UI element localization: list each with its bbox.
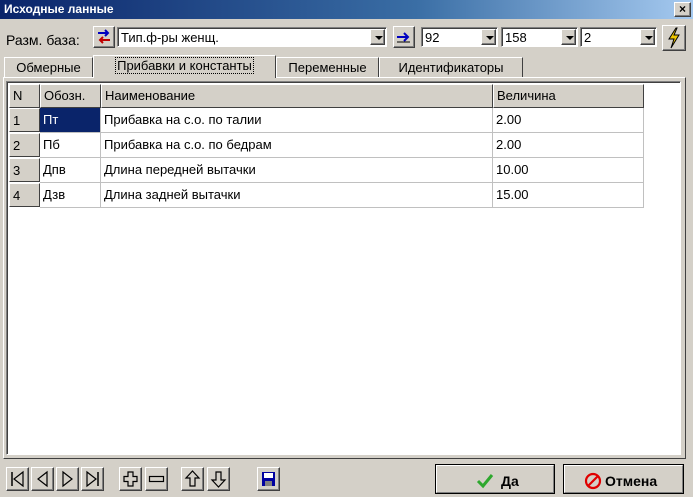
window-title: Исходные ланные bbox=[4, 2, 114, 16]
size-select-3-value: 2 bbox=[584, 30, 592, 45]
move-up-button[interactable] bbox=[181, 467, 204, 491]
size-select-2[interactable]: 158 bbox=[501, 27, 578, 47]
column-header-name[interactable]: Наименование bbox=[101, 84, 493, 108]
tab-label: Обмерные bbox=[16, 60, 81, 75]
tab-identifiers[interactable]: Идентификаторы bbox=[379, 57, 523, 77]
column-header-code[interactable]: Обозн. bbox=[40, 84, 101, 108]
cell-name[interactable]: Прибавка на с.о. по талии bbox=[101, 108, 493, 133]
apply-base-button[interactable] bbox=[393, 26, 415, 48]
cancel-button-face: Отмена bbox=[564, 465, 683, 493]
cell-name[interactable]: Прибавка на с.о. по бедрам bbox=[101, 133, 493, 158]
last-record-button[interactable] bbox=[81, 467, 104, 491]
prev-record-icon bbox=[37, 470, 48, 488]
ok-button-face: Да bbox=[436, 465, 554, 493]
cell-value[interactable]: 10.00 bbox=[493, 158, 644, 183]
ok-button-label: Да bbox=[501, 473, 519, 489]
chevron-down-icon[interactable] bbox=[481, 29, 496, 45]
row-number: 1 bbox=[9, 108, 40, 132]
cell-code[interactable]: Пб bbox=[40, 133, 101, 158]
remove-icon bbox=[148, 475, 165, 483]
chevron-down-icon[interactable] bbox=[370, 29, 385, 45]
size-select-1-value: 92 bbox=[425, 30, 440, 45]
size-select-3[interactable]: 2 bbox=[580, 27, 657, 47]
ok-button[interactable]: Да bbox=[435, 464, 555, 494]
apply-arrow-icon bbox=[397, 32, 410, 43]
column-header-value[interactable]: Величина bbox=[493, 84, 644, 108]
cancel-button-label: Отмена bbox=[605, 473, 658, 489]
cancel-icon bbox=[584, 472, 602, 490]
cell-value[interactable]: 2.00 bbox=[493, 133, 644, 158]
save-button[interactable] bbox=[257, 467, 280, 491]
last-record-icon bbox=[86, 470, 99, 488]
cancel-button[interactable]: Отмена bbox=[563, 464, 684, 494]
row-number: 4 bbox=[9, 183, 40, 207]
cell-code[interactable]: Пт bbox=[40, 108, 101, 133]
cell-code[interactable]: Дзв bbox=[40, 183, 101, 208]
size-select-2-value: 158 bbox=[505, 30, 527, 45]
chevron-down-icon[interactable] bbox=[640, 29, 655, 45]
next-record-icon bbox=[62, 470, 73, 488]
add-icon bbox=[123, 471, 138, 487]
prev-record-button[interactable] bbox=[31, 467, 54, 491]
cell-name[interactable]: Длина передней вытачки bbox=[101, 158, 493, 183]
tab-measurements[interactable]: Обмерные bbox=[4, 57, 93, 77]
tab-label: Идентификаторы bbox=[398, 60, 504, 75]
add-record-button[interactable] bbox=[119, 467, 142, 491]
calculate-button[interactable] bbox=[662, 25, 686, 51]
lightning-icon bbox=[668, 27, 680, 49]
row-number: 2 bbox=[9, 133, 40, 157]
tab-label: Переменные bbox=[288, 60, 367, 75]
cell-value[interactable]: 15.00 bbox=[493, 183, 644, 208]
column-header-n[interactable]: N bbox=[9, 84, 40, 108]
tab-allowances[interactable]: Прибавки и константы bbox=[93, 55, 276, 78]
data-grid[interactable]: N Обозн. Наименование Величина 1 Пт Приб… bbox=[6, 81, 681, 455]
base-select[interactable]: Тип.ф-ры женщ. bbox=[117, 27, 387, 47]
title-bar: Исходные ланные × bbox=[0, 0, 693, 19]
first-record-button[interactable] bbox=[6, 467, 29, 491]
tab-variables[interactable]: Переменные bbox=[276, 57, 379, 77]
close-icon: × bbox=[678, 2, 686, 16]
next-record-button[interactable] bbox=[56, 467, 79, 491]
move-down-button[interactable] bbox=[207, 467, 230, 491]
cell-name[interactable]: Длина задней вытачки bbox=[101, 183, 493, 208]
move-down-icon bbox=[210, 471, 227, 488]
tab-label: Прибавки и константы bbox=[115, 57, 254, 74]
row-number: 3 bbox=[9, 158, 40, 182]
swap-base-button[interactable] bbox=[93, 26, 115, 48]
cell-code[interactable]: Дпв bbox=[40, 158, 101, 183]
move-up-icon bbox=[184, 470, 201, 487]
base-select-value: Тип.ф-ры женщ. bbox=[121, 30, 219, 45]
cell-value[interactable]: 2.00 bbox=[493, 108, 644, 133]
first-record-icon bbox=[11, 470, 24, 488]
save-icon bbox=[262, 472, 275, 486]
checkmark-icon bbox=[476, 474, 494, 489]
chevron-down-icon[interactable] bbox=[561, 29, 576, 45]
close-button[interactable]: × bbox=[674, 2, 691, 17]
size-select-1[interactable]: 92 bbox=[421, 27, 498, 47]
delete-record-button[interactable] bbox=[145, 467, 168, 491]
base-label: Разм. база: bbox=[6, 32, 80, 48]
swap-arrows-icon bbox=[98, 29, 110, 44]
